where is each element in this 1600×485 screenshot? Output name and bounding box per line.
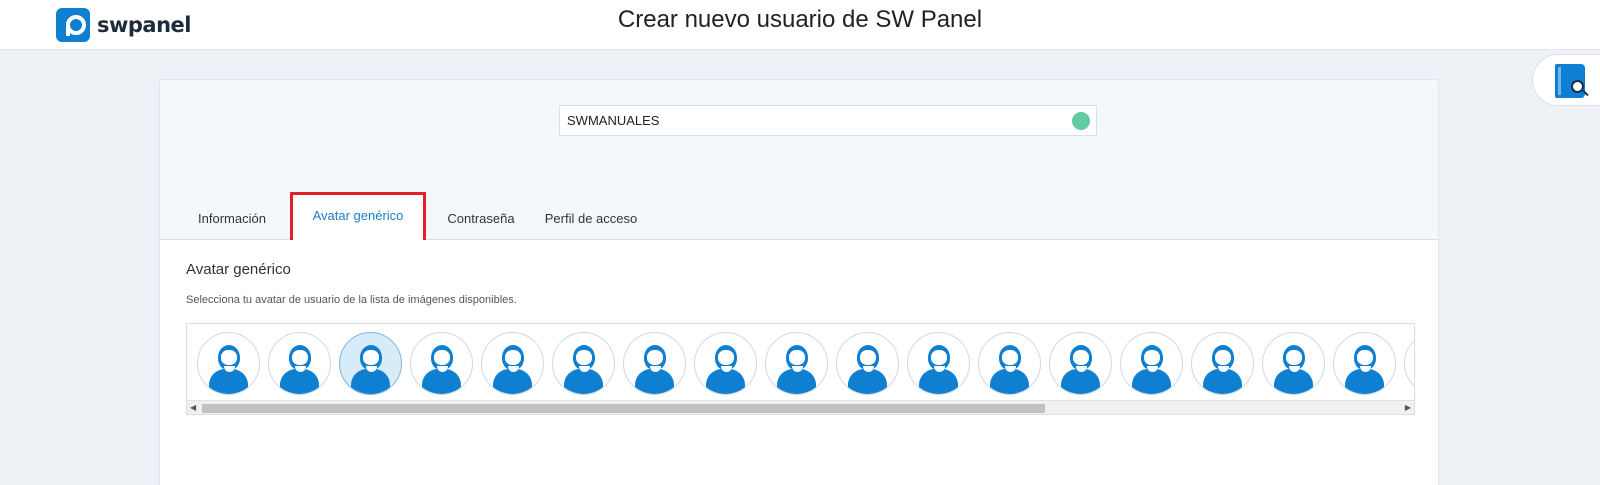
- avatar-body-shape: [1061, 369, 1100, 394]
- rocker-avatar[interactable]: [1191, 332, 1254, 395]
- graduate-avatar[interactable]: [836, 332, 899, 395]
- page-title: Crear nuevo usuario de SW Panel: [617, 6, 983, 33]
- avatar-face-shape: [576, 350, 592, 365]
- police-avatar[interactable]: [907, 332, 970, 395]
- nurse-avatar[interactable]: [410, 332, 473, 395]
- avatar-body-shape: [706, 369, 745, 394]
- avatar-body-shape: [1274, 369, 1313, 394]
- user-form-card: Código Usuario Información Avatar genéri…: [159, 79, 1439, 485]
- scroll-right-icon[interactable]: ▶: [1405, 404, 1411, 412]
- book-icon: [1555, 64, 1585, 98]
- avatar-body-shape: [493, 369, 532, 394]
- avatar-body-shape: [422, 369, 461, 394]
- avatar-face-shape: [1144, 350, 1160, 365]
- avatar-face-shape: [434, 350, 450, 365]
- magnifier-icon: [1571, 80, 1584, 93]
- top-bar: swpanel Crear nuevo usuario de SW Panel: [0, 0, 1600, 50]
- avatar-face-shape: [1286, 350, 1302, 365]
- doctor-stethoscope-avatar[interactable]: [1120, 332, 1183, 395]
- avatar-face-shape: [221, 350, 237, 365]
- avatar-body-shape: [635, 369, 674, 394]
- avatar-face-shape: [1073, 350, 1089, 365]
- avatar-face-shape: [789, 350, 805, 365]
- avatar-face-shape: [860, 350, 876, 365]
- doctor-avatar[interactable]: [978, 332, 1041, 395]
- cook-avatar[interactable]: [552, 332, 615, 395]
- tab-avatar-generico[interactable]: Avatar genérico: [290, 192, 426, 240]
- scroll-left-icon[interactable]: ◀: [190, 404, 196, 412]
- avatar-face-shape: [647, 350, 663, 365]
- avatar-body-shape: [1132, 369, 1171, 394]
- punk-avatar[interactable]: [1262, 332, 1325, 395]
- avatar-face-shape: [931, 350, 947, 365]
- avatar-body-shape: [1345, 369, 1384, 394]
- avatar-row: [197, 332, 1414, 395]
- woman-avatar[interactable]: [197, 332, 260, 395]
- businessman-avatar[interactable]: [339, 332, 402, 395]
- doctor-mirror-avatar[interactable]: [1049, 332, 1112, 395]
- avatar-body-shape: [919, 369, 958, 394]
- tab-informacion[interactable]: Información: [186, 203, 278, 240]
- card-header: Código Usuario Información Avatar genéri…: [160, 80, 1438, 240]
- extra-avatar[interactable]: [1404, 332, 1414, 395]
- tab-bar: Información Avatar genérico Contraseña P…: [160, 192, 1438, 240]
- avatar-body-shape: [848, 369, 887, 394]
- avatar-face-shape: [292, 350, 308, 365]
- avatar-face-shape: [1357, 350, 1373, 365]
- support-agent-avatar[interactable]: [623, 332, 686, 395]
- avatar-face-shape: [718, 350, 734, 365]
- status-indicator: [1072, 112, 1090, 130]
- section-title: Avatar genérico: [186, 261, 291, 278]
- avatar-face-shape: [1215, 350, 1231, 365]
- avatar-face-shape: [505, 350, 521, 365]
- tab-perfil-acceso[interactable]: Perfil de acceso: [538, 203, 644, 240]
- woman-curly-avatar[interactable]: [481, 332, 544, 395]
- scroll-thumb[interactable]: [202, 404, 1045, 413]
- avatar-list[interactable]: ◀ ▶: [186, 323, 1415, 415]
- man-avatar[interactable]: [694, 332, 757, 395]
- avatar-body-shape: [564, 369, 603, 394]
- horizontal-scrollbar[interactable]: ◀ ▶: [187, 400, 1414, 414]
- detective-avatar[interactable]: [268, 332, 331, 395]
- manual-button[interactable]: [1532, 54, 1600, 106]
- avatar-body-shape: [351, 369, 390, 394]
- avatar-body-shape: [1203, 369, 1242, 394]
- user-code-input[interactable]: [559, 105, 1097, 136]
- section-description: Selecciona tu avatar de usuario de la li…: [186, 294, 517, 306]
- avatar-face-shape: [1002, 350, 1018, 365]
- man-tie-avatar[interactable]: [765, 332, 828, 395]
- spy-avatar[interactable]: [1333, 332, 1396, 395]
- tab-contrasena[interactable]: Contraseña: [438, 203, 524, 240]
- avatar-body-shape: [280, 369, 319, 394]
- avatar-body-shape: [990, 369, 1029, 394]
- avatar-body-shape: [777, 369, 816, 394]
- avatar-body-shape: [209, 369, 248, 394]
- avatar-face-shape: [363, 350, 379, 365]
